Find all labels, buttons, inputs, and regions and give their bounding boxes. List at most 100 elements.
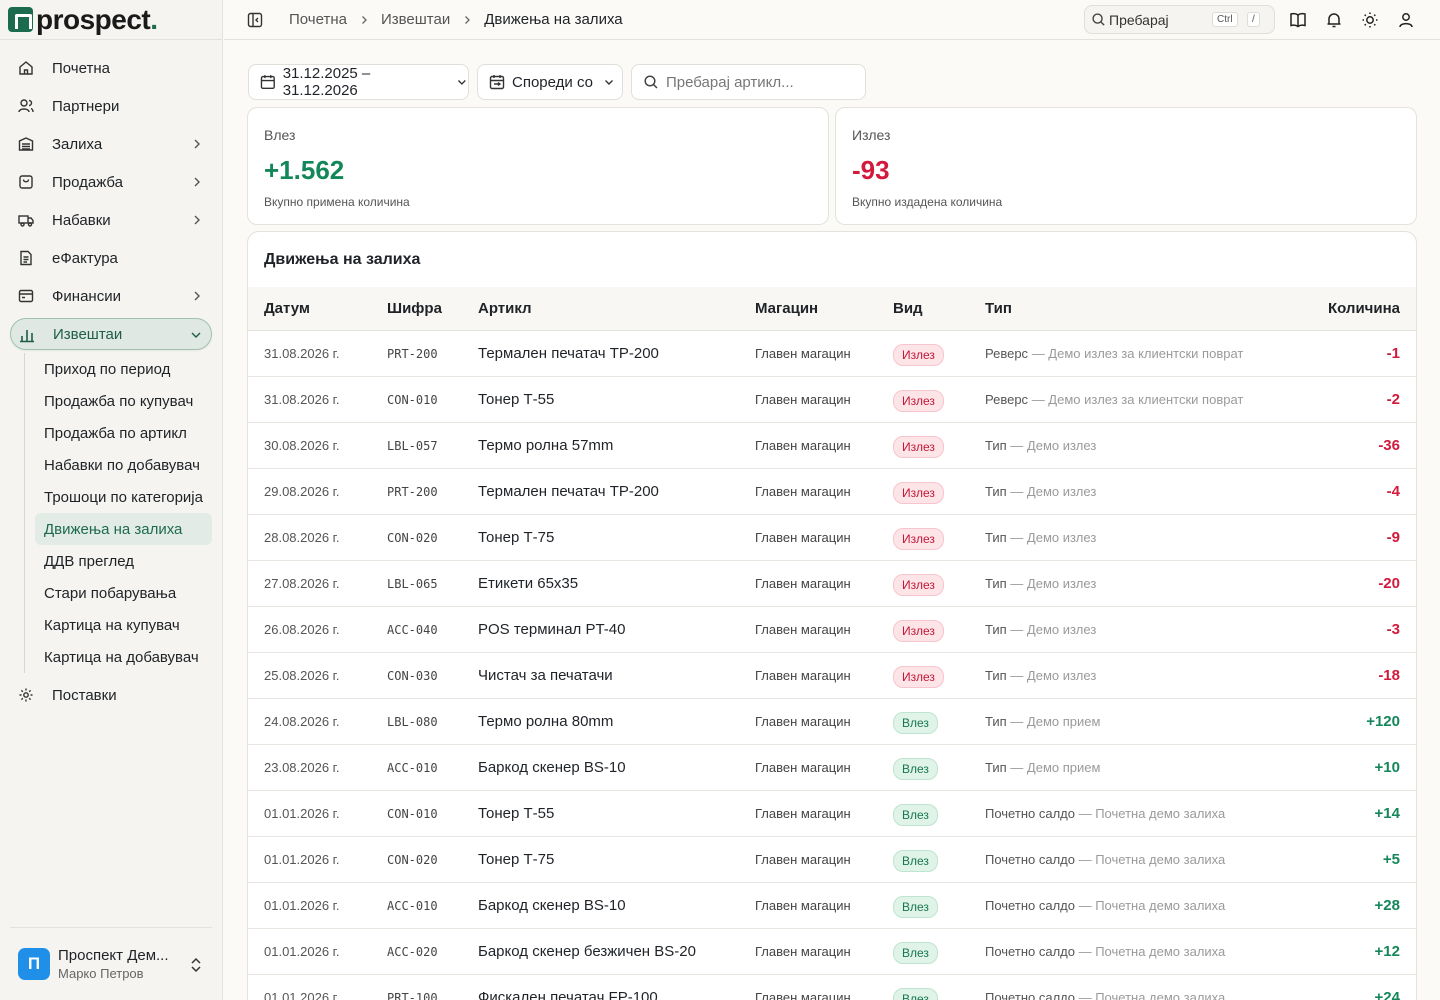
column-header-code[interactable]: Шифра <box>387 300 442 317</box>
logo-text: prospect <box>36 3 151 35</box>
type-label: Тип <box>985 714 1007 729</box>
cell-date: 29.08.2026 г. <box>264 484 340 499</box>
stat-card-out: Излез -93 Вкупно издадена количина <box>835 107 1417 225</box>
submenu-item-sales-by-article[interactable]: Продажба по артикл <box>35 417 212 449</box>
cell-code: CON-010 <box>387 393 438 407</box>
chevron-right-icon <box>361 15 367 24</box>
cell-date: 01.01.2026 г. <box>264 852 340 867</box>
sidebar-item-label: Извештаи <box>53 325 123 343</box>
sidebar-item-reports[interactable]: Извештаи <box>10 318 212 350</box>
topbar: Почетна Извештаи Движења на залиха Преба… <box>224 0 1440 40</box>
kind-badge: Излез <box>893 528 944 550</box>
table-row[interactable]: 01.01.2026 г. CON-020 Тонер Т-75 Главен маг… <box>248 837 1416 883</box>
table-row[interactable]: 01.01.2026 г. ACC-010 Баркод скенер BS-10 Г… <box>248 883 1416 929</box>
date-range-picker[interactable]: 31.12.2025 – 31.12.2026 <box>248 64 469 100</box>
date-range-value: 31.12.2025 – 31.12.2026 <box>282 65 371 99</box>
cell-warehouse: Главен магацин <box>755 668 851 683</box>
table-row[interactable]: 23.08.2026 г. ACC-010 Баркод скенер BS-10 Г… <box>248 745 1416 791</box>
table-row[interactable]: 31.08.2026 г. PRT-200 Термален печатач TP-… <box>248 331 1416 377</box>
sun-icon[interactable] <box>1361 11 1379 29</box>
submenu-item-purchases-by-supplier[interactable]: Набавки по добавувач <box>35 449 212 481</box>
cell-kind: Излез <box>893 436 944 458</box>
submenu-item-old-receivables[interactable]: Стари побарувања <box>35 577 212 609</box>
cell-quantity: +24 <box>1374 989 1400 1000</box>
table-row[interactable]: 28.08.2026 г. CON-020 Тонер Т-75 Главен маг… <box>248 515 1416 561</box>
submenu-item-customer-card[interactable]: Картица на купувач <box>35 609 212 641</box>
cell-kind: Влез <box>893 804 938 826</box>
column-header-kind[interactable]: Вид <box>893 300 923 317</box>
table-row[interactable]: 30.08.2026 г. LBL-057 Термо ролна 57mm Глав… <box>248 423 1416 469</box>
sidebar-toggle-icon[interactable] <box>247 12 263 28</box>
user-icon[interactable] <box>1397 11 1415 29</box>
table-row[interactable]: 01.01.2026 г. PRT-100 Фискален печатач FP-… <box>248 975 1416 1000</box>
sidebar-item-finance[interactable]: Финансии <box>10 277 212 315</box>
type-description: — Демо излез <box>1010 484 1097 499</box>
column-header-warehouse[interactable]: Магацин <box>755 300 818 317</box>
cell-kind: Излез <box>893 482 944 504</box>
kind-badge: Влез <box>893 758 938 780</box>
gear-icon <box>19 688 33 702</box>
column-header-date[interactable]: Датум <box>264 300 310 317</box>
submenu-item-stock-movements[interactable]: Движења на залиха <box>35 513 212 545</box>
type-description: — Демо излез за клиентски поврат <box>1031 346 1244 361</box>
cell-type: Тип — Демо излез <box>985 622 1096 637</box>
cell-type: Почетно салдо — Почетна демо залиха <box>985 990 1225 1000</box>
sidebar-item-partners[interactable]: Партнери <box>10 87 212 125</box>
bell-icon[interactable] <box>1325 11 1343 29</box>
sidebar-item-settings[interactable]: Поставки <box>10 676 212 714</box>
cell-kind: Влез <box>893 896 938 918</box>
cell-code: CON-030 <box>387 669 438 683</box>
cell-code: LBL-057 <box>387 439 438 453</box>
breadcrumb-home[interactable]: Почетна <box>289 11 347 28</box>
table-row[interactable]: 27.08.2026 г. LBL-065 Етикети 65x35 Главен … <box>248 561 1416 607</box>
logo[interactable]: prospect. <box>0 0 222 40</box>
submenu-item-vat-overview[interactable]: ДДВ преглед <box>35 545 212 577</box>
cell-type: Почетно салдо — Почетна демо залиха <box>985 898 1225 913</box>
type-description: — Почетна демо залиха <box>1078 990 1226 1000</box>
table-row[interactable]: 01.01.2026 г. CON-010 Тонер Т-55 Главен маг… <box>248 791 1416 837</box>
table-row[interactable]: 24.08.2026 г. LBL-080 Термо ролна 80mm Глав… <box>248 699 1416 745</box>
table-row[interactable]: 31.08.2026 г. CON-010 Тонер Т-55 Главен маг… <box>248 377 1416 423</box>
type-description: — Демо излез <box>1010 622 1097 637</box>
book-icon[interactable] <box>1289 11 1307 29</box>
column-header-article[interactable]: Артикл <box>478 300 532 317</box>
article-search-input[interactable]: Пребарај артикл... <box>631 64 866 100</box>
table-row[interactable]: 29.08.2026 г. PRT-200 Термален печатач TP-… <box>248 469 1416 515</box>
cell-article: Етикети 65x35 <box>478 575 579 592</box>
sidebar-item-home[interactable]: Почетна <box>10 49 212 87</box>
cell-code: ACC-040 <box>387 623 438 637</box>
cell-quantity: +14 <box>1374 805 1400 822</box>
global-search[interactable]: Пребарај Ctrl / <box>1084 5 1275 34</box>
column-header-quantity[interactable]: Количина <box>1328 300 1400 317</box>
stock-movements-panel: Движења на залиха Датум Шифра Артикл Маг… <box>247 231 1417 1000</box>
table-row[interactable]: 26.08.2026 г. ACC-040 POS терминал PT-40 Гл… <box>248 607 1416 653</box>
cell-warehouse: Главен магацин <box>755 760 851 775</box>
submenu-item-income-by-period[interactable]: Приход по период <box>35 353 212 385</box>
sidebar-item-sales[interactable]: Продажба <box>10 163 212 201</box>
sidebar-item-einvoice[interactable]: еФактура <box>10 239 212 277</box>
user-switcher[interactable]: П Проспект Дем... Марко Петров <box>10 927 212 1000</box>
cell-date: 01.01.2026 г. <box>264 806 340 821</box>
breadcrumb-reports[interactable]: Извештаи <box>381 11 450 28</box>
cell-quantity: +28 <box>1374 897 1400 914</box>
sidebar-item-label: Залиха <box>52 135 103 153</box>
type-label: Реверс <box>985 346 1029 361</box>
sidebar-item-stock[interactable]: Залиха <box>10 125 212 163</box>
cell-article: Баркод скенер безжичен BS-20 <box>478 943 696 960</box>
cell-article: Термален печатач TP-200 <box>478 345 659 362</box>
type-label: Тип <box>985 668 1007 683</box>
submenu-item-supplier-card[interactable]: Картица на добавувач <box>35 641 212 673</box>
cell-quantity: -9 <box>1386 529 1400 546</box>
sidebar-item-purchases[interactable]: Набавки <box>10 201 212 239</box>
column-header-type[interactable]: Тип <box>985 300 1012 317</box>
table-row[interactable]: 25.08.2026 г. CON-030 Чистач за печатачи Гл… <box>248 653 1416 699</box>
submenu-item-sales-by-customer[interactable]: Продажба по купувач <box>35 385 212 417</box>
shortcut-key: / <box>1247 12 1260 27</box>
submenu-item-expenses-by-category[interactable]: Трошоци по категорија <box>35 481 212 513</box>
chevron-right-icon <box>194 291 200 301</box>
cell-date: 24.08.2026 г. <box>264 714 340 729</box>
compare-select[interactable]: Спореди со <box>477 64 623 100</box>
table-row[interactable]: 01.01.2026 г. ACC-020 Баркод скенер безжич… <box>248 929 1416 975</box>
chevrons-up-down-icon <box>191 957 201 973</box>
cell-date: 31.08.2026 г. <box>264 392 340 407</box>
